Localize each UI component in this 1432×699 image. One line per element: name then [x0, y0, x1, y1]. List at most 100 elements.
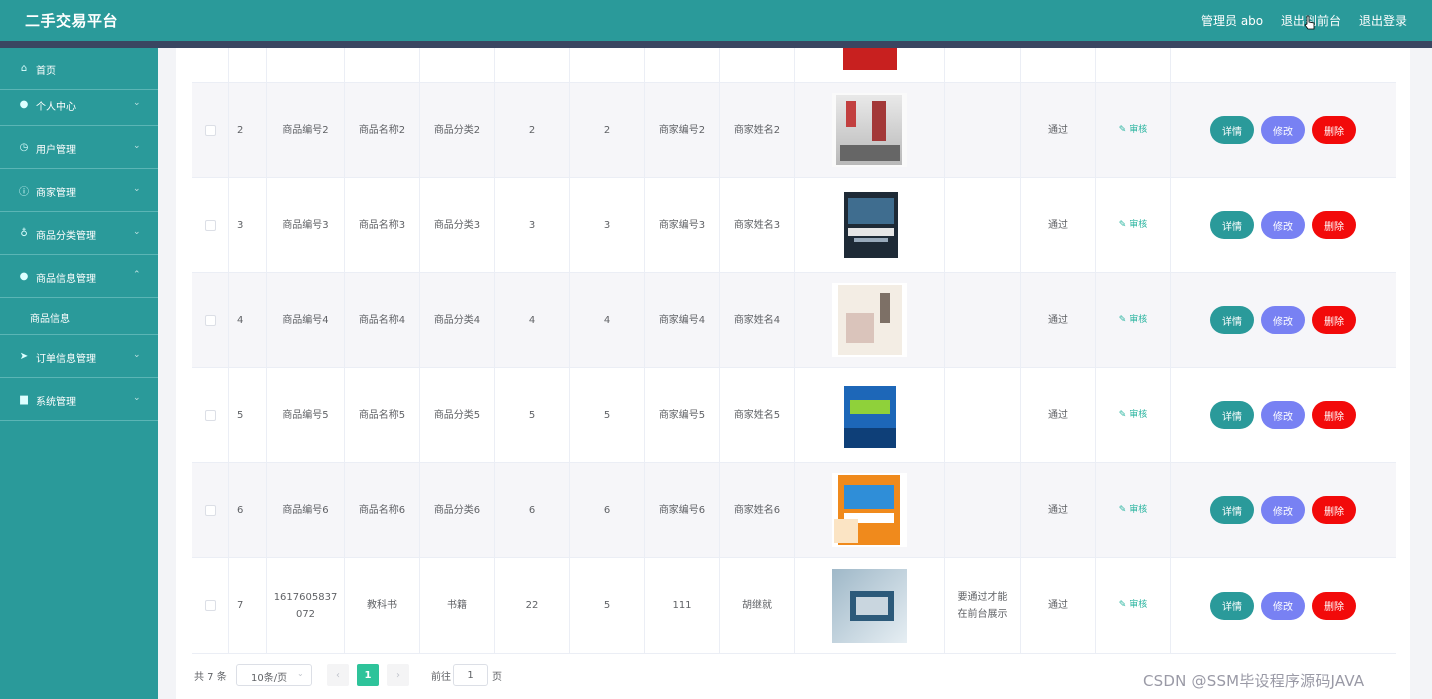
sidebar-item-label: 订单信息管理: [36, 354, 96, 365]
sidebar-item-system[interactable]: ▆ 系统管理 ⌄: [0, 379, 158, 421]
sidebar: ⌂ 首页 ● 个人中心 ⌄ ◷ 用户管理 ⌄ ⓘ 商家管理 ⌄ ♁ 商品分类管理…: [0, 48, 158, 699]
page-unit-label: 页: [492, 672, 502, 683]
product-value: 5: [495, 368, 570, 462]
product-name: 商品名称6: [345, 463, 420, 557]
edit-button[interactable]: 修改: [1261, 591, 1305, 620]
detail-button[interactable]: 详情: [1210, 401, 1254, 429]
sidebar-item-label: 用户管理: [36, 145, 76, 156]
sidebar-item-label: 商品分类管理: [36, 231, 96, 242]
product-code: 1617605837072: [267, 558, 345, 653]
delete-button[interactable]: 删除: [1312, 211, 1356, 239]
reply-text: [945, 368, 1021, 462]
table-row: 5 商品编号5 商品名称5 商品分类5 5 5 商家编号5 商家姓名5 通过 ✎…: [192, 368, 1396, 463]
audit-link[interactable]: ✎ 审核: [1119, 407, 1147, 424]
goto-label: 前往: [431, 672, 451, 683]
goto-page-input[interactable]: 1: [453, 664, 488, 686]
audit-link[interactable]: ✎ 审核: [1119, 502, 1147, 519]
row-checkbox[interactable]: [204, 600, 216, 611]
detail-button[interactable]: 详情: [1210, 306, 1254, 334]
audit-status: 通过: [1021, 178, 1096, 272]
audit-link[interactable]: ✎ 审核: [1119, 597, 1147, 614]
user-icon: ●: [19, 98, 29, 110]
sidebar-item-label: 商品信息管理: [36, 274, 96, 285]
delete-button[interactable]: 删除: [1312, 116, 1356, 144]
product-code: 商品编号3: [267, 178, 345, 272]
detail-button[interactable]: 详情: [1210, 116, 1254, 144]
watermark: CSDN @SSM毕设程序源码JAVA: [1143, 672, 1365, 690]
detail-button[interactable]: 详情: [1210, 496, 1254, 524]
product-category: 商品分类6: [420, 463, 495, 557]
sidebar-item-merchants[interactable]: ⓘ 商家管理 ⌄: [0, 170, 158, 212]
detail-button[interactable]: 详情: [1210, 211, 1254, 239]
product-image: [832, 188, 907, 262]
edit-button[interactable]: 修改: [1261, 211, 1305, 239]
product-image: [832, 378, 907, 452]
product-value: 3: [495, 178, 570, 272]
product-image: [832, 473, 907, 547]
sidebar-item-label: 商家管理: [36, 188, 76, 199]
row-checkbox[interactable]: [204, 504, 216, 516]
page-size-select[interactable]: 10条/页 ⌄: [236, 664, 312, 686]
product-name: 商品名称2: [345, 83, 420, 177]
product-category: 书籍: [420, 558, 495, 653]
merchant-name: 商家姓名5: [720, 368, 795, 462]
row-checkbox[interactable]: [204, 409, 216, 421]
audit-link[interactable]: ✎ 审核: [1119, 312, 1147, 329]
row-checkbox[interactable]: [204, 124, 216, 136]
merchant-name: 商家姓名2: [720, 83, 795, 177]
merchant-code: 商家编号2: [645, 83, 720, 177]
product-name: 教科书: [345, 558, 420, 653]
chevron-down-icon: ⌄: [133, 227, 141, 237]
sidebar-item-products[interactable]: ● 商品信息管理 ⌃: [0, 256, 158, 298]
row-index: 5: [229, 368, 267, 462]
reply-text: [945, 273, 1021, 367]
product-category: 商品分类5: [420, 368, 495, 462]
product-image: [832, 283, 907, 357]
merchant-code: 商家编号6: [645, 463, 720, 557]
current-page-button[interactable]: 1: [357, 664, 379, 686]
product-code: 商品编号2: [267, 83, 345, 177]
audit-label: 审核: [1129, 409, 1148, 420]
product-code: 商品编号6: [267, 463, 345, 557]
product-category: 商品分类2: [420, 83, 495, 177]
audit-status: 通过: [1021, 463, 1096, 557]
edit-button[interactable]: 修改: [1261, 401, 1305, 429]
sidebar-item-profile[interactable]: ● 个人中心 ⌄: [0, 84, 158, 126]
sidebar-item-categories[interactable]: ♁ 商品分类管理 ⌄: [0, 213, 158, 255]
delete-button[interactable]: 删除: [1312, 401, 1356, 429]
logout-link[interactable]: 退出登录: [1359, 12, 1407, 29]
info-icon: ⓘ: [19, 186, 29, 198]
edit-button[interactable]: 修改: [1261, 306, 1305, 334]
product-image: [842, 48, 897, 70]
prev-page-button[interactable]: ‹: [327, 664, 349, 686]
edit-button[interactable]: 修改: [1261, 116, 1305, 144]
table-row: 3 商品编号3 商品名称3 商品分类3 3 3 商家编号3 商家姓名3 通过 ✎…: [192, 178, 1396, 273]
row-checkbox[interactable]: [204, 314, 216, 326]
delete-button[interactable]: 删除: [1312, 591, 1356, 620]
delete-button[interactable]: 删除: [1312, 496, 1356, 524]
delete-button[interactable]: 删除: [1312, 306, 1356, 334]
chevron-down-icon: ⌄: [297, 669, 304, 678]
table-row: 2 商品编号2 商品名称2 商品分类2 2 2 商家编号2 商家姓名2 通过 ✎…: [192, 83, 1396, 178]
audit-link[interactable]: ✎ 审核: [1119, 217, 1147, 234]
sidebar-subitem-product-info[interactable]: 商品信息: [0, 298, 158, 335]
chevron-down-icon: ⌄: [133, 393, 141, 403]
row-checkbox[interactable]: [204, 219, 216, 231]
sidebar-item-users[interactable]: ◷ 用户管理 ⌄: [0, 127, 158, 169]
audit-link[interactable]: ✎ 审核: [1119, 122, 1147, 139]
sidebar-item-label: 个人中心: [36, 102, 76, 113]
product-code: 商品编号4: [267, 273, 345, 367]
chevron-up-icon: ⌃: [133, 270, 141, 280]
sidebar-item-orders[interactable]: ➤ 订单信息管理 ⌄: [0, 336, 158, 378]
product-value: 2: [495, 83, 570, 177]
next-page-button[interactable]: ›: [387, 664, 409, 686]
chevron-down-icon: ⌄: [133, 141, 141, 151]
table-row: 4 商品编号4 商品名称4 商品分类4 4 4 商家编号4 商家姓名4 通过 ✎…: [192, 273, 1396, 368]
product-value: 22: [495, 558, 570, 653]
detail-button[interactable]: 详情: [1210, 591, 1254, 620]
audit-label: 审核: [1129, 124, 1148, 135]
row-index: 4: [229, 273, 267, 367]
trash-icon: ▆: [20, 393, 28, 405]
product-value: 4: [570, 273, 645, 367]
edit-button[interactable]: 修改: [1261, 496, 1305, 524]
